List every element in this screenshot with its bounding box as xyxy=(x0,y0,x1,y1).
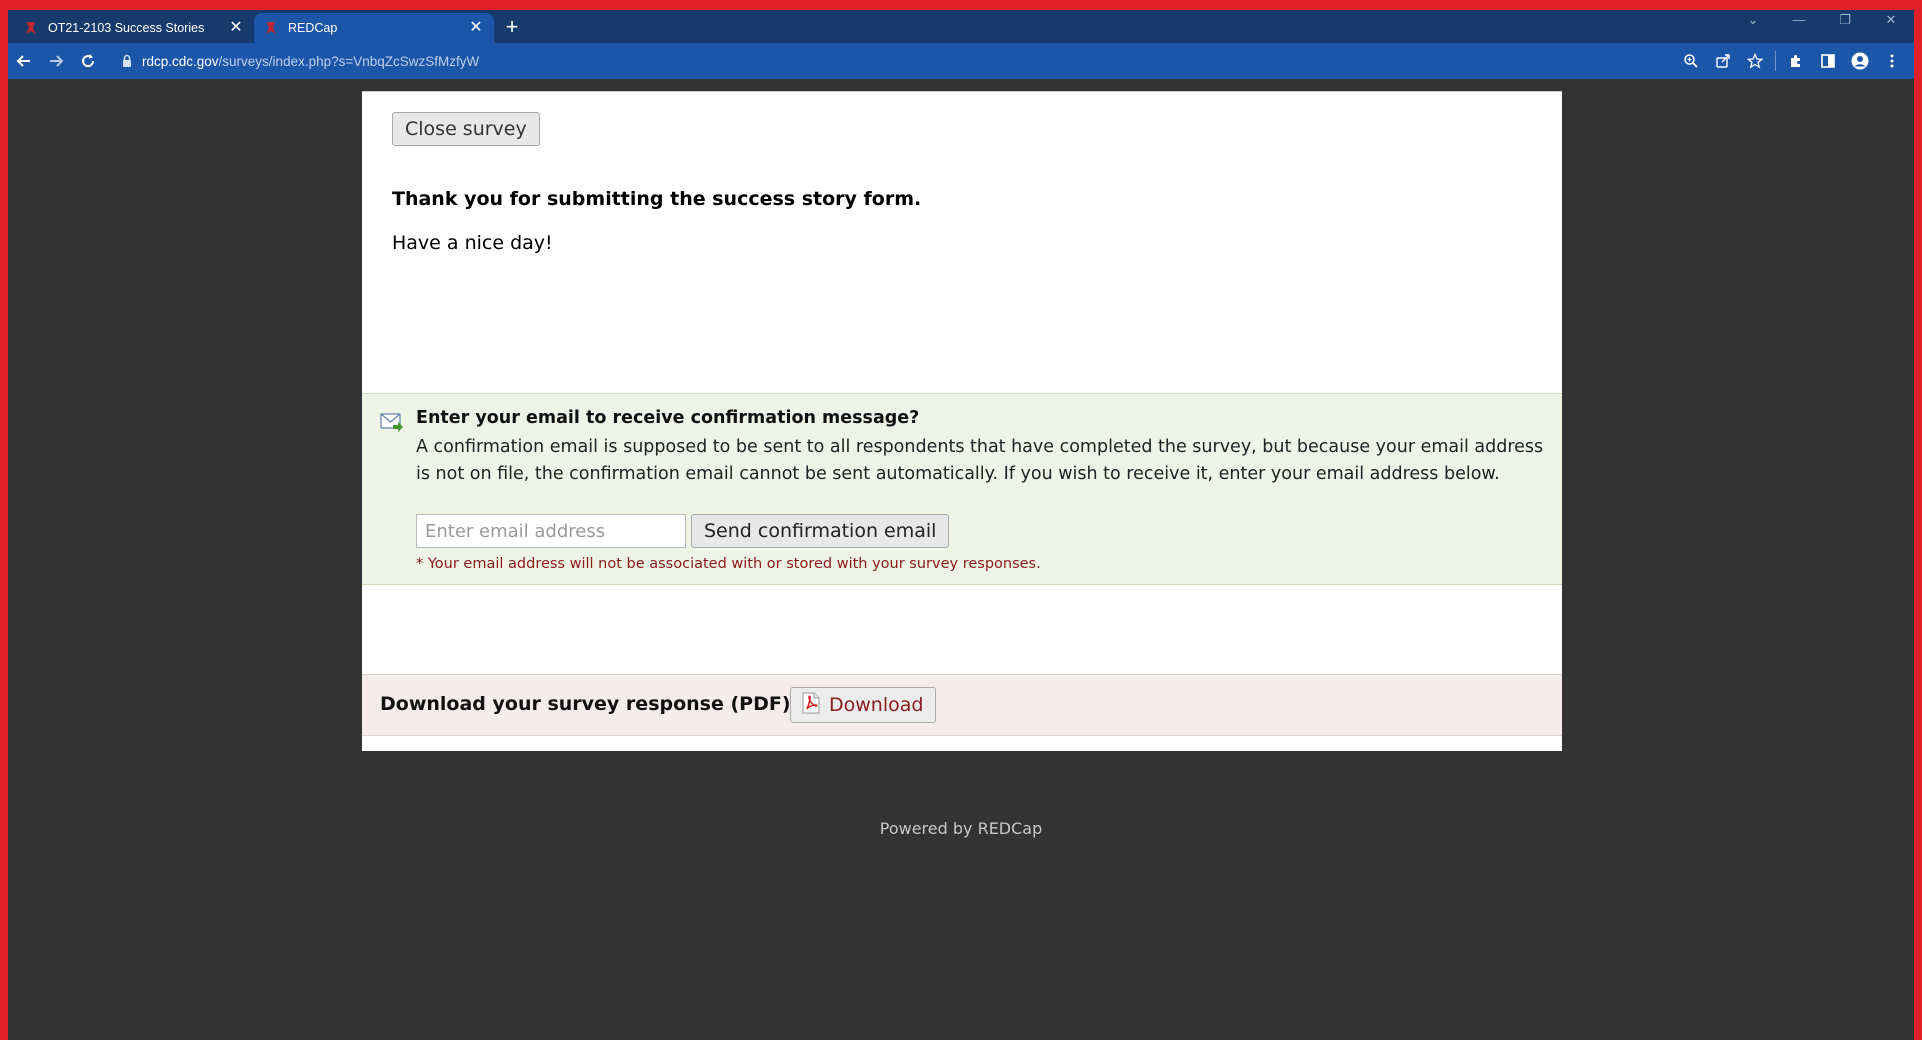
restore-icon[interactable]: ❐ xyxy=(1822,10,1868,32)
minimize-icon[interactable]: — xyxy=(1776,10,1822,32)
tab-title: OT21-2103 Success Stories xyxy=(48,21,205,35)
tab-success-stories[interactable]: OT21-2103 Success Stories ✕ xyxy=(14,13,254,43)
arrow-right-icon xyxy=(50,55,64,67)
side-panel-icon xyxy=(1821,54,1835,68)
tab-close-icon[interactable]: ✕ xyxy=(228,20,244,36)
kebab-menu-icon xyxy=(1890,54,1894,68)
window-close-icon[interactable]: ✕ xyxy=(1868,10,1914,32)
powered-by-footer: Powered by REDCap xyxy=(879,819,1043,838)
tab-search-icon[interactable]: ⌄ xyxy=(1730,10,1776,32)
address-bar[interactable]: rdcp.cdc.gov/surveys/index.php?s=VnbqZcS… xyxy=(112,47,1672,75)
url-path: /surveys/index.php?s=VnbqZcSwzSfMzfyW xyxy=(218,53,480,69)
survey-container: Close survey Thank you for submitting th… xyxy=(362,91,1562,751)
lock-icon xyxy=(123,54,131,67)
email-privacy-note: * Your email address will not be associa… xyxy=(416,556,1041,572)
tab-strip: OT21-2103 Success Stories ✕ REDCap ✕ + ⌄… xyxy=(8,10,1914,43)
thank-you-message: Thank you for submitting the success sto… xyxy=(392,188,922,210)
download-label: Download your survey response (PDF): xyxy=(380,693,799,715)
toolbar-actions xyxy=(1675,43,1908,79)
zoom-icon xyxy=(1684,54,1698,68)
email-heading: Enter your email to receive confirmation… xyxy=(416,408,920,428)
menu-button[interactable] xyxy=(1876,45,1908,77)
browser-window: OT21-2103 Success Stories ✕ REDCap ✕ + ⌄… xyxy=(8,10,1914,1040)
puzzle-icon xyxy=(1791,55,1800,67)
profile-icon xyxy=(1851,52,1869,70)
new-tab-button[interactable]: + xyxy=(498,14,526,42)
nice-day-message: Have a nice day! xyxy=(392,232,553,254)
url-host: rdcp.cdc.gov xyxy=(142,53,219,69)
side-panel-button[interactable] xyxy=(1812,45,1844,77)
window-controls: ⌄ — ❐ ✕ xyxy=(1730,10,1914,32)
star-icon xyxy=(1747,53,1763,69)
tab-title: REDCap xyxy=(288,21,338,35)
download-panel: Download your survey response (PDF): Dow… xyxy=(362,674,1562,736)
email-confirmation-panel: Enter your email to receive confirmation… xyxy=(362,393,1562,585)
close-survey-button[interactable]: Close survey xyxy=(392,112,540,146)
email-arrow-icon xyxy=(380,412,404,437)
share-button[interactable] xyxy=(1707,45,1739,77)
arrow-left-icon xyxy=(16,55,30,67)
forward-button[interactable] xyxy=(40,45,72,77)
bookmark-button[interactable] xyxy=(1739,45,1771,77)
redcap-favicon-icon xyxy=(24,21,38,35)
email-input[interactable] xyxy=(416,514,686,548)
extensions-button[interactable] xyxy=(1780,45,1812,77)
share-icon xyxy=(1716,54,1730,68)
email-description: A confirmation email is supposed to be s… xyxy=(416,437,1544,484)
profile-button[interactable] xyxy=(1844,45,1876,77)
pdf-icon xyxy=(801,692,821,719)
redcap-favicon-icon xyxy=(264,21,278,35)
download-pdf-button[interactable]: Download xyxy=(790,687,937,723)
reload-button[interactable] xyxy=(72,45,104,77)
zoom-button[interactable] xyxy=(1675,45,1707,77)
tab-close-icon[interactable]: ✕ xyxy=(468,20,484,36)
back-button[interactable] xyxy=(8,45,40,77)
toolbar-divider xyxy=(1775,51,1776,71)
browser-toolbar: rdcp.cdc.gov/surveys/index.php?s=VnbqZcS… xyxy=(8,43,1914,79)
download-button-label: Download xyxy=(829,694,924,716)
page-viewport: Close survey Thank you for submitting th… xyxy=(8,79,1914,1040)
tab-redcap[interactable]: REDCap ✕ xyxy=(254,13,494,43)
reload-icon xyxy=(82,54,95,68)
send-confirmation-email-button[interactable]: Send confirmation email xyxy=(691,514,950,548)
